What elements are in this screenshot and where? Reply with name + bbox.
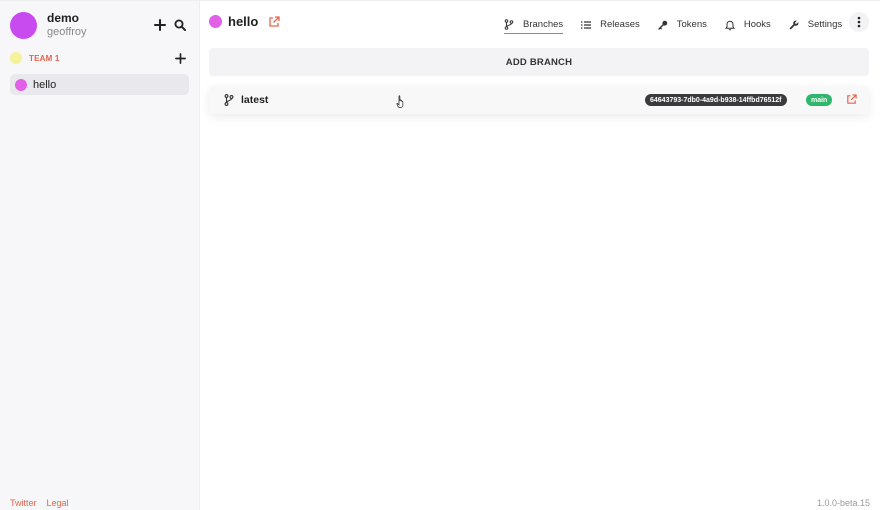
app-version: 1.0.0-beta.15 [816, 498, 870, 508]
hand-cursor-icon [396, 95, 404, 108]
tab-bar: Branches Releases Tokens Hooks Settings [504, 12, 860, 34]
page-header: hello [209, 14, 280, 29]
tab-label: Hooks [743, 19, 771, 30]
tab-label: Branches [523, 18, 564, 30]
tab-settings[interactable]: Settings [789, 12, 842, 34]
key-icon [658, 20, 668, 30]
add-project-icon[interactable] [173, 51, 187, 65]
team-avatar [10, 52, 22, 64]
release-id-badge: 64643793-7db0-4a9d-b938-14ffbd76512f [645, 94, 787, 106]
list-icon [581, 20, 592, 30]
tab-tokens[interactable]: Tokens [658, 12, 707, 34]
open-external-icon[interactable] [846, 94, 857, 105]
more-menu-icon[interactable] [849, 12, 869, 32]
sidebar-item-label: hello [33, 78, 57, 91]
tab-label: Releases [600, 19, 640, 30]
main-content: hello Branches Releases Tokens Hooks Set… [200, 0, 880, 510]
project-avatar [15, 78, 27, 91]
bell-icon [724, 20, 735, 30]
open-external-icon[interactable] [268, 15, 280, 28]
branch-icon [504, 19, 514, 30]
tab-releases[interactable]: Releases [581, 12, 640, 34]
sidebar-item-hello[interactable]: hello [10, 74, 189, 95]
legal-link[interactable]: Legal [47, 498, 69, 508]
tab-hooks[interactable]: Hooks [724, 12, 771, 34]
add-icon[interactable] [153, 18, 167, 32]
footer-links: Twitter Legal [10, 498, 69, 508]
branch-icon [224, 94, 234, 106]
tab-label: Tokens [676, 19, 707, 30]
avatar [10, 11, 37, 39]
team-header: TEAM 1 [10, 51, 185, 65]
user-profile[interactable]: demo geoffroy [10, 11, 87, 39]
twitter-link[interactable]: Twitter [10, 498, 37, 508]
main-badge: main [806, 94, 833, 106]
project-avatar [209, 15, 222, 28]
page-title: hello [228, 14, 259, 29]
branch-name: latest [241, 94, 269, 106]
wrench-icon [789, 20, 799, 30]
tab-branches[interactable]: Branches [504, 12, 564, 34]
sidebar: demo geoffroy TEAM 1 hello Twitter Legal [0, 0, 200, 510]
user-handle: geoffroy [47, 26, 87, 38]
tab-label: Settings [807, 19, 843, 30]
search-icon[interactable] [173, 18, 187, 32]
user-name: demo [47, 11, 80, 25]
branch-row[interactable]: latest 64643793-7db0-4a9d-b938-14ffbd765… [209, 86, 869, 114]
add-branch-button[interactable]: ADD BRANCH [209, 48, 869, 76]
team-label[interactable]: TEAM 1 [29, 54, 60, 63]
